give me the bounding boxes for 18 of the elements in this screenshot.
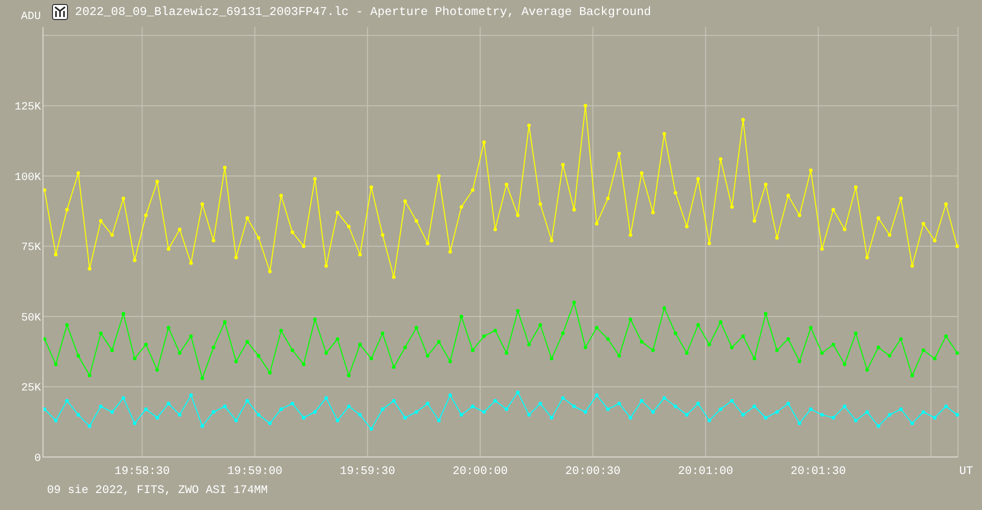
x-tick-label: 20:01:00	[678, 465, 734, 478]
x-tick-label: 19:59:00	[227, 465, 282, 478]
x-tick-label: 19:58:30	[114, 465, 170, 478]
window-title: 2022_08_09_Blazewicz_69131_2003FP47.lc - Aperture Photometry, Average Background	[75, 5, 652, 19]
y-tick-label: 75K	[21, 242, 41, 254]
y-tick-label: 0	[34, 453, 41, 465]
x-tick-label: 20:00:30	[565, 465, 620, 478]
x-tick-label: 20:01:30	[790, 465, 846, 478]
app-icon	[52, 4, 68, 20]
y-tick-label: 125K	[14, 102, 41, 114]
y-tick-label: 100K	[14, 172, 41, 184]
y-tick-label: 50K	[21, 312, 41, 324]
y-tick-label: 25K	[21, 382, 41, 395]
footer-text: 09 sie 2022, FITS, ZWO ASI 174MM	[46, 484, 269, 497]
axis-unit: ADU	[20, 10, 42, 23]
x-tick-label: 19:59:30	[340, 465, 396, 478]
axis-unit: UT	[959, 465, 973, 478]
x-tick-label: 20:00:00	[452, 465, 508, 478]
